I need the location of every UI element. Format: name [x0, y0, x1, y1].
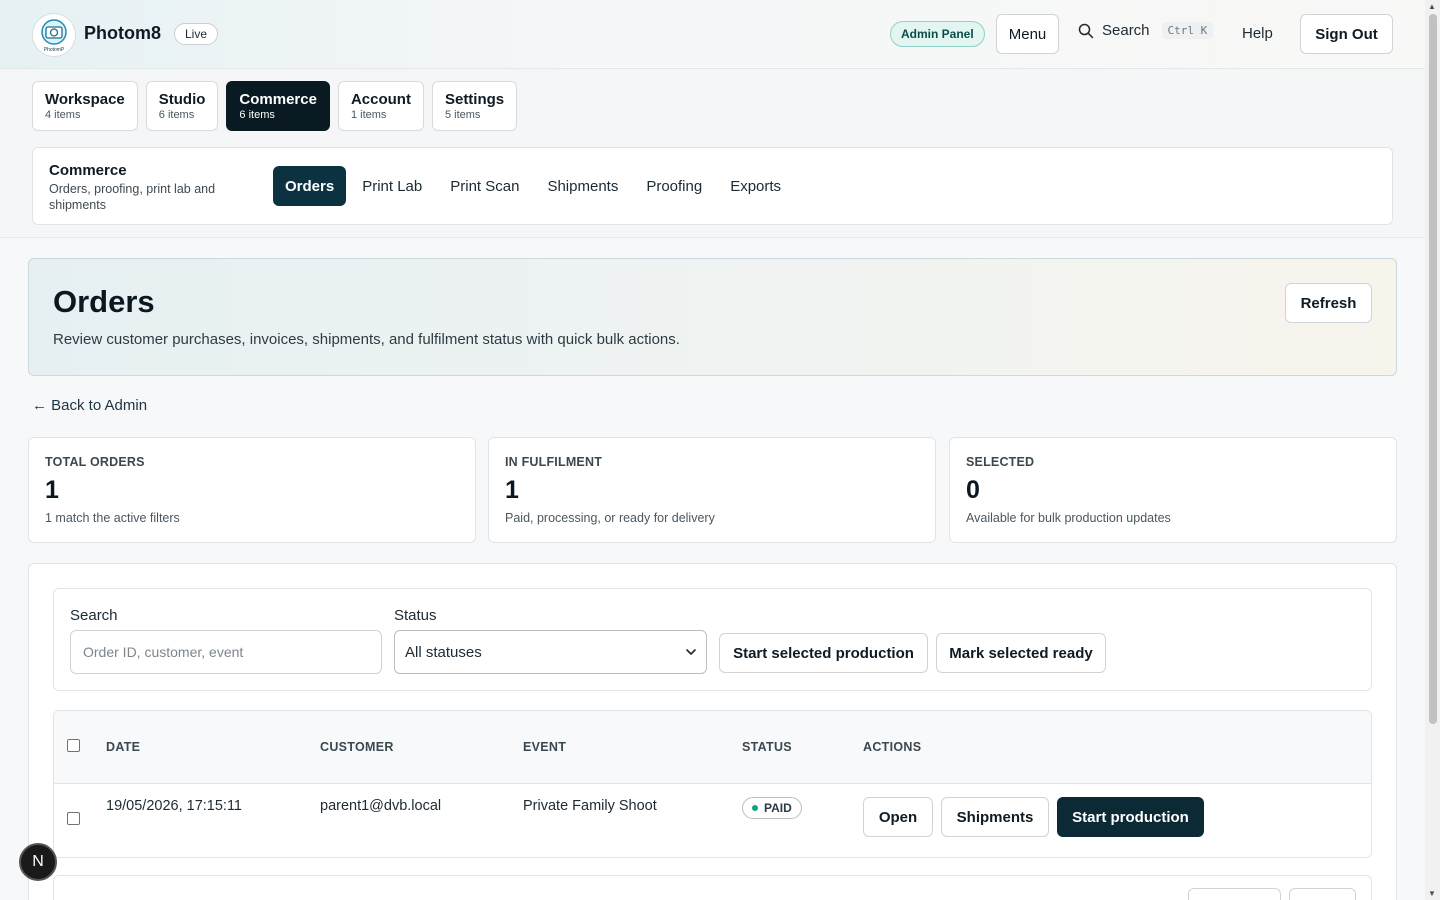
section-tab-count: 6 items: [239, 109, 275, 121]
brand-name[interactable]: Photom8: [84, 23, 161, 44]
navigation-area: Workspace 4 items Studio 6 items Commerc…: [0, 69, 1425, 238]
status-badge-label: PAID: [764, 801, 792, 815]
top-bar: PhotomP Photom8 Live Admin Panel Menu Se…: [0, 0, 1425, 69]
stat-card-selected: SELECTED 0 Available for bulk production…: [949, 437, 1397, 543]
section-tab-label: Account: [350, 91, 411, 108]
stat-value: 1: [45, 476, 59, 504]
stat-label: SELECTED: [966, 455, 1035, 469]
page-scrollbar[interactable]: ▲ ▼: [1425, 0, 1440, 900]
order-date: 19/05/2026, 17:15:11: [106, 798, 242, 814]
page-description: Review customer purchases, invoices, shi…: [53, 331, 680, 348]
scrollbar-thumb[interactable]: [1429, 14, 1437, 724]
column-header-event: EVENT: [523, 740, 567, 754]
status-badge: PAID: [742, 797, 802, 819]
search-field-label: Search: [70, 607, 118, 624]
scroll-down-arrow-icon[interactable]: ▼: [1428, 889, 1436, 898]
section-tab-commerce[interactable]: Commerce 6 items: [226, 81, 330, 131]
section-tab-label: Settings: [444, 91, 505, 108]
row-select-checkbox[interactable]: [67, 812, 80, 825]
stat-value: 0: [966, 476, 980, 504]
pagination-button[interactable]: [1188, 888, 1281, 900]
status-select[interactable]: All statuses: [394, 630, 707, 674]
global-search-trigger[interactable]: Search Ctrl K: [1078, 22, 1214, 39]
table-header: DATE CUSTOMER EVENT STATUS ACTIONS: [54, 711, 1371, 784]
menu-button[interactable]: Menu: [996, 14, 1059, 54]
refresh-button[interactable]: Refresh: [1285, 283, 1372, 323]
search-label: Search: [1102, 22, 1150, 39]
order-customer: parent1@dvb.local: [320, 798, 442, 814]
pagination-button[interactable]: [1289, 888, 1356, 900]
chevron-down-icon: [686, 649, 696, 655]
stat-subtext: Available for bulk production updates: [966, 511, 1171, 525]
stat-subtext: 1 match the active filters: [45, 511, 180, 525]
section-tab-label: Commerce: [239, 91, 317, 108]
stat-card-total-orders: TOTAL ORDERS 1 1 match the active filter…: [28, 437, 476, 543]
page-header-card: Orders Review customer purchases, invoic…: [28, 258, 1397, 376]
column-header-actions: ACTIONS: [863, 740, 922, 754]
admin-panel-badge[interactable]: Admin Panel: [890, 21, 985, 47]
commerce-subnav: Commerce Orders, proofing, print lab and…: [32, 147, 1393, 225]
page-title: Orders: [53, 284, 155, 319]
stat-subtext: Paid, processing, or ready for delivery: [505, 511, 715, 525]
section-tab-account[interactable]: Account 1 items: [337, 81, 424, 131]
section-tab-label: Workspace: [45, 91, 125, 108]
subtab-exports[interactable]: Exports: [718, 166, 793, 206]
subtab-orders[interactable]: Orders: [273, 166, 347, 206]
svg-text:PhotomP: PhotomP: [44, 47, 65, 53]
pagination-bar: [53, 875, 1372, 900]
status-field-label: Status: [394, 607, 437, 624]
stat-card-in-fulfilment: IN FULFILMENT 1 Paid, processing, or rea…: [488, 437, 936, 543]
status-dot-icon: [752, 805, 758, 811]
brand-logo[interactable]: PhotomP: [32, 13, 76, 57]
back-to-admin-link[interactable]: ← Back to Admin: [32, 397, 147, 414]
section-tab-workspace[interactable]: Workspace 4 items: [32, 81, 138, 131]
section-tab-settings[interactable]: Settings 5 items: [431, 81, 518, 131]
orders-table: DATE CUSTOMER EVENT STATUS ACTIONS 19/05…: [53, 710, 1372, 858]
column-header-date: DATE: [106, 740, 141, 754]
section-tab-count: 6 items: [158, 109, 195, 121]
stat-label: TOTAL ORDERS: [45, 455, 145, 469]
section-tab-count: 5 items: [444, 109, 481, 121]
stat-label: IN FULFILMENT: [505, 455, 603, 469]
subnav-tabs: Orders Print Lab Print Scan Shipments Pr…: [273, 166, 793, 206]
dev-tools-badge[interactable]: N: [19, 843, 57, 881]
subtab-print-scan[interactable]: Print Scan: [438, 166, 531, 206]
select-all-checkbox[interactable]: [67, 739, 80, 752]
filters-bar: Search Status All statuses Start selecte…: [53, 588, 1372, 691]
environment-badge: Live: [174, 23, 219, 45]
order-search-input[interactable]: [70, 630, 382, 674]
section-tab-studio[interactable]: Studio 6 items: [145, 81, 219, 131]
orders-panel: Search Status All statuses Start selecte…: [28, 563, 1397, 900]
column-header-status: STATUS: [742, 740, 792, 754]
subtab-print-lab[interactable]: Print Lab: [350, 166, 434, 206]
search-icon: [1078, 23, 1094, 38]
column-header-customer: CUSTOMER: [320, 740, 394, 754]
section-tab-count: 1 items: [350, 109, 387, 121]
start-selected-production-button[interactable]: Start selected production: [719, 633, 928, 673]
subtab-shipments[interactable]: Shipments: [535, 166, 630, 206]
search-shortcut: Ctrl K: [1161, 22, 1214, 39]
subtab-proofing[interactable]: Proofing: [634, 166, 714, 206]
scroll-up-arrow-icon[interactable]: ▲: [1428, 2, 1436, 11]
order-shipments-button[interactable]: Shipments: [941, 797, 1049, 837]
order-event: Private Family Shoot: [523, 798, 657, 814]
open-order-button[interactable]: Open: [863, 797, 933, 837]
status-select-value: All statuses: [405, 643, 482, 661]
camera-logo-icon: PhotomP: [41, 19, 67, 53]
mark-selected-ready-button[interactable]: Mark selected ready: [936, 633, 1106, 673]
subnav-description: Orders, proofing, print lab and shipment…: [49, 182, 216, 212]
start-production-button[interactable]: Start production: [1057, 797, 1204, 837]
help-link[interactable]: Help: [1242, 25, 1273, 42]
sign-out-button[interactable]: Sign Out: [1300, 14, 1393, 54]
stat-value: 1: [505, 476, 519, 504]
section-tabs: Workspace 4 items Studio 6 items Commerc…: [32, 81, 518, 131]
subnav-title: Commerce: [49, 162, 127, 179]
section-tab-count: 4 items: [45, 109, 81, 121]
section-tab-label: Studio: [158, 91, 206, 108]
